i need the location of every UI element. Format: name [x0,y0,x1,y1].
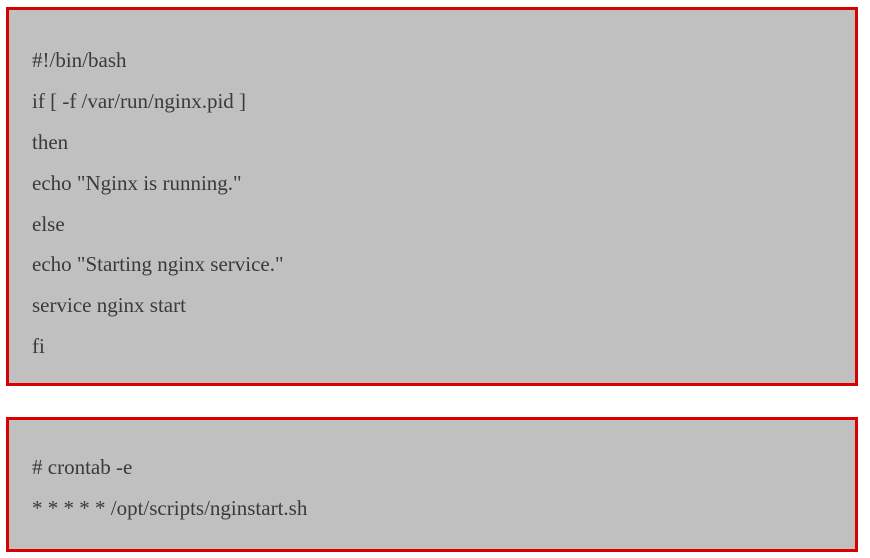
code-line-then: then [32,129,69,154]
crontab-code-block: # crontab -e * * * * * /opt/scripts/ngin… [6,417,858,552]
code-line-echo-starting: echo "Starting nginx service." [32,252,284,277]
code-line-fi: fi [32,334,45,359]
code-line-service-start: service nginx start [32,293,186,318]
script-code-block: #!/bin/bash if [ -f /var/run/nginx.pid ]… [6,7,858,386]
crontab-code-lines: # crontab -e * * * * * /opt/scripts/ngin… [32,447,307,529]
script-code-lines: #!/bin/bash if [ -f /var/run/nginx.pid ]… [32,40,284,367]
code-line-echo-running: echo "Nginx is running." [32,170,242,195]
code-line-crontab-command: # crontab -e [32,455,133,479]
code-line-else: else [32,211,65,236]
code-line-shebang: #!/bin/bash [32,48,127,72]
code-line-if: if [ -f /var/run/nginx.pid ] [32,88,247,113]
code-line-cron-entry: * * * * * /opt/scripts/nginstart.sh [32,495,308,520]
